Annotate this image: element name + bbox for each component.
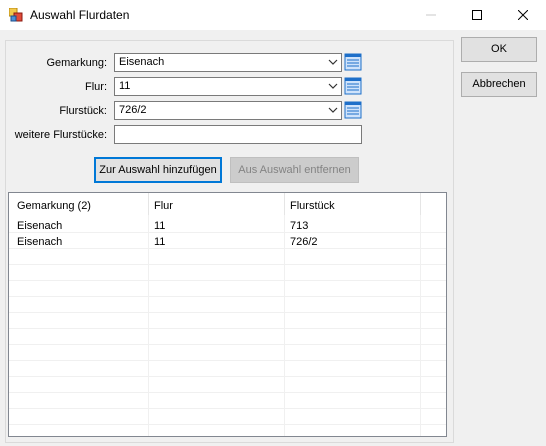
row-divider [9,264,446,265]
close-icon [517,9,529,21]
flur-combobox[interactable]: 11 [114,77,342,96]
row-divider [9,392,446,393]
minimize-icon [426,14,436,16]
header-divider [420,193,421,215]
header-divider [148,193,149,215]
close-button[interactable] [500,0,546,30]
column-divider [148,193,149,436]
gemarkung-list-button[interactable] [344,53,362,71]
app-icon [9,8,23,22]
gemarkung-combobox[interactable]: Eisenach [114,53,342,72]
flur-list-button[interactable] [344,77,362,95]
chevron-down-icon [328,83,338,89]
minimize-button[interactable] [408,0,454,30]
column-header-flurstueck[interactable]: Flurstück [290,200,335,212]
flurstueck-list-button[interactable] [344,101,362,119]
row-divider [9,424,446,425]
flurstueck-value: 726/2 [119,104,147,116]
flur-value: 11 [119,80,131,92]
header-divider [284,193,285,215]
flurstueck-label: Flurstück: [59,105,107,117]
add-to-selection-button[interactable]: Zur Auswahl hinzufügen [94,157,222,183]
column-header-gemarkung[interactable]: Gemarkung (2) [17,200,91,212]
weitere-flurstuecke-label: weitere Flurstücke: [14,129,107,141]
cancel-button[interactable]: Abbrechen [461,72,537,97]
row-divider [9,360,446,361]
column-header-flur[interactable]: Flur [154,200,173,212]
selection-table[interactable]: Gemarkung (2) Flur Flurstück Eisenach 11… [8,192,447,437]
ok-button[interactable]: OK [461,37,537,62]
row-divider [9,248,446,249]
row-divider [9,344,446,345]
flur-label: Flur: [85,81,107,93]
chevron-down-icon [328,59,338,65]
window-title: Auswahl Flurdaten [30,8,130,22]
gemarkung-value: Eisenach [119,56,165,68]
chevron-down-icon [328,107,338,113]
cell-gemarkung[interactable]: Eisenach [17,220,62,232]
row-divider [9,376,446,377]
gemarkung-label: Gemarkung: [46,57,107,69]
remove-from-selection-button[interactable]: Aus Auswahl entfernen [230,157,359,183]
cell-flurstueck[interactable]: 726/2 [290,236,318,248]
flurstueck-combobox[interactable]: 726/2 [114,101,342,120]
row-divider [9,328,446,329]
row-divider [9,312,446,313]
column-divider [420,193,421,436]
maximize-icon [472,10,482,21]
weitere-flurstuecke-input[interactable] [114,125,362,144]
row-divider [9,296,446,297]
title-bar: Auswahl Flurdaten [0,0,546,30]
cell-gemarkung[interactable]: Eisenach [17,236,62,248]
row-divider [9,232,446,233]
column-divider [284,193,285,436]
maximize-button[interactable] [454,0,500,30]
cell-flur[interactable]: 11 [154,220,165,232]
row-divider [9,408,446,409]
cell-flurstueck[interactable]: 713 [290,220,308,232]
row-divider [9,280,446,281]
cell-flur[interactable]: 11 [154,236,165,248]
